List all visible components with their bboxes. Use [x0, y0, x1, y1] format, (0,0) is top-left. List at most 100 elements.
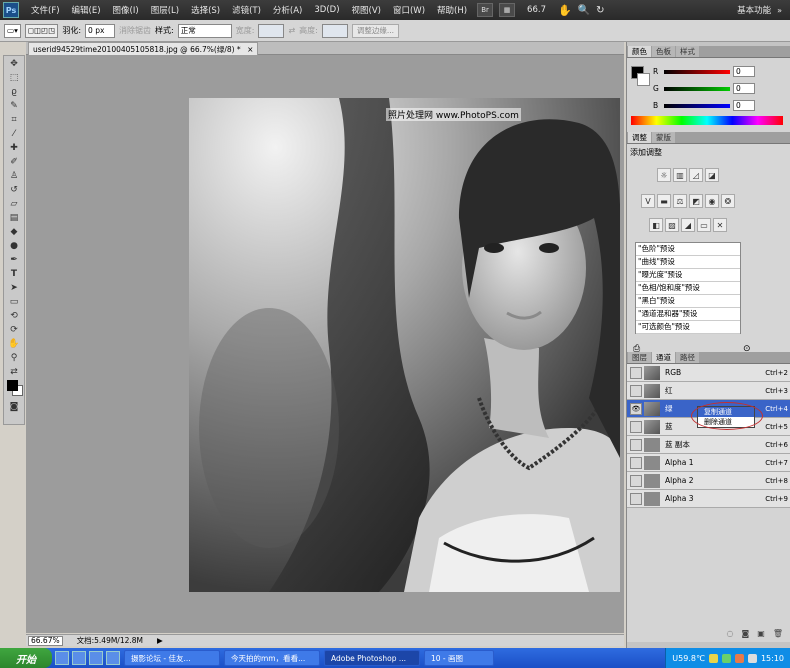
channel-row-red[interactable]: 红 Ctrl+3	[627, 382, 790, 400]
menu-3d[interactable]: 3D(D)	[308, 5, 345, 15]
load-selection-icon[interactable]: ◌	[727, 629, 734, 638]
view-extras-icon[interactable]: ▦	[499, 3, 516, 17]
close-icon[interactable]: ×	[247, 45, 253, 54]
visibility-toggle[interactable]	[630, 420, 642, 433]
menu-image[interactable]: 图像(I)	[107, 4, 145, 16]
menu-view[interactable]: 视图(V)	[346, 4, 387, 16]
preset-black-white[interactable]: "黑白"预设	[636, 295, 740, 308]
bridge-icon[interactable]: Br	[477, 3, 494, 17]
zoom-field[interactable]: 66.67%	[28, 635, 63, 646]
photoshop-logo-icon[interactable]: Ps	[3, 2, 19, 18]
vibrance-icon[interactable]: V	[641, 194, 655, 208]
quick-mask-icon[interactable]: ◙	[5, 400, 23, 413]
refine-edge-button[interactable]: 调整边缘...	[351, 23, 400, 38]
task-button-paint[interactable]: 10 - 画图	[424, 650, 494, 666]
tray-icon[interactable]	[721, 653, 731, 663]
tab-layers[interactable]: 图层	[628, 352, 651, 363]
quicklaunch-media-icon[interactable]	[89, 651, 103, 665]
tray-icon[interactable]	[708, 653, 718, 663]
start-button[interactable]: 开始	[0, 648, 52, 668]
menu-file[interactable]: 文件(F)	[25, 4, 66, 16]
feather-input[interactable]: 0 px	[85, 23, 116, 38]
3d-rotate-tool-icon[interactable]: ⟲	[5, 309, 23, 322]
posterize-icon[interactable]: ▨	[665, 218, 679, 232]
visibility-toggle[interactable]	[630, 474, 642, 487]
eyedropper-tool-icon[interactable]: ⁄	[5, 127, 23, 140]
red-value-input[interactable]: 0	[733, 66, 755, 77]
crop-tool-icon[interactable]: ⌗	[5, 113, 23, 126]
swap-icon[interactable]: ⇄	[288, 26, 295, 35]
3d-orbit-tool-icon[interactable]: ⟳	[5, 323, 23, 336]
stamp-tool-icon[interactable]: ♙	[5, 169, 23, 182]
menu-edit[interactable]: 编辑(E)	[66, 4, 107, 16]
document-image[interactable]	[189, 98, 620, 592]
healing-tool-icon[interactable]: ✚	[5, 141, 23, 154]
blue-value-input[interactable]: 0	[733, 100, 755, 111]
visibility-toggle[interactable]	[630, 366, 642, 379]
preset-levels[interactable]: "色阶"预设	[636, 243, 740, 256]
menu-select[interactable]: 选择(S)	[185, 4, 226, 16]
width-input[interactable]	[258, 23, 285, 38]
black-white-icon[interactable]: ◩	[689, 194, 703, 208]
swap-colors-icon[interactable]: ⇄	[5, 365, 23, 378]
antialias-checkbox[interactable]: 消除锯齿	[119, 25, 151, 36]
tab-masks[interactable]: 蒙版	[652, 132, 675, 143]
dodge-tool-icon[interactable]: ●	[5, 239, 23, 252]
tray-icon[interactable]	[734, 653, 744, 663]
selective-color-icon[interactable]: ✕	[713, 218, 727, 232]
pen-tool-icon[interactable]: ✒	[5, 253, 23, 266]
visibility-toggle[interactable]	[630, 456, 642, 469]
blur-tool-icon[interactable]: ◆	[5, 225, 23, 238]
quicklaunch-desktop-icon[interactable]	[72, 651, 86, 665]
style-select[interactable]: 正常	[177, 23, 232, 38]
menu-analysis[interactable]: 分析(A)	[267, 4, 308, 16]
hand-tool-icon[interactable]: ✋	[558, 4, 572, 17]
green-value-input[interactable]: 0	[733, 83, 755, 94]
preset-exposure[interactable]: "曝光度"预设	[636, 269, 740, 282]
save-selection-icon[interactable]: ◙	[742, 629, 750, 638]
tab-adjustments[interactable]: 调整	[628, 132, 651, 143]
tab-paths[interactable]: 路径	[676, 352, 699, 363]
eraser-tool-icon[interactable]: ▱	[5, 197, 23, 210]
delete-channel-icon[interactable]: 🗑	[773, 629, 783, 638]
channel-row-alpha-2[interactable]: Alpha 2 Ctrl+8	[627, 472, 790, 490]
volume-icon[interactable]	[747, 653, 757, 663]
preset-curves[interactable]: "曲线"预设	[636, 256, 740, 269]
quicklaunch-ie-icon[interactable]	[55, 651, 69, 665]
marquee-preset-icon[interactable]: ▭▾	[4, 23, 21, 38]
gradient-tool-icon[interactable]: ▤	[5, 211, 23, 224]
preset-selective-color[interactable]: "可选颜色"预设	[636, 321, 740, 334]
lasso-tool-icon[interactable]: ϱ	[5, 85, 23, 98]
preset-hue-saturation[interactable]: "色相/饱和度"预设	[636, 282, 740, 295]
zoom-tool-icon[interactable]: 🔍	[578, 5, 590, 16]
zoom-tool-icon[interactable]: ⚲	[5, 351, 23, 364]
height-input[interactable]	[321, 23, 348, 38]
status-arrow-icon[interactable]: ▶	[157, 636, 163, 645]
document-tab[interactable]: userid94529time20100405105818.jpg @ 66.7…	[28, 42, 259, 55]
green-slider[interactable]	[664, 86, 730, 91]
brightness-contrast-icon[interactable]: ☼	[657, 168, 671, 182]
path-select-tool-icon[interactable]: ➤	[5, 281, 23, 294]
quicklaunch-folder-icon[interactable]	[106, 651, 120, 665]
threshold-icon[interactable]: ◢	[681, 218, 695, 232]
tab-color[interactable]: 颜色	[628, 46, 651, 57]
workspace-switcher[interactable]: 基本功能	[737, 4, 777, 16]
task-button-post[interactable]: 今天拍的mm，看看...	[224, 650, 320, 666]
channel-row-rgb[interactable]: RGB Ctrl+2	[627, 364, 790, 382]
blue-slider[interactable]	[664, 103, 730, 108]
move-tool-icon[interactable]: ✥	[5, 57, 23, 70]
workspace-chevron-icon[interactable]: »	[777, 6, 790, 15]
color-spectrum-bar[interactable]	[631, 116, 783, 125]
visibility-toggle[interactable]	[630, 384, 642, 397]
exposure-icon[interactable]: ◪	[705, 168, 719, 182]
menu-help[interactable]: 帮助(H)	[431, 4, 473, 16]
tab-channels[interactable]: 通道	[652, 352, 675, 363]
tab-swatches[interactable]: 色板	[652, 46, 675, 57]
eye-icon[interactable]: 👁	[630, 402, 642, 415]
menu-filter[interactable]: 滤镜(T)	[226, 4, 267, 16]
levels-icon[interactable]: ▥	[673, 168, 687, 182]
new-channel-icon[interactable]: ▣	[757, 629, 765, 638]
hue-saturation-icon[interactable]: ▬	[657, 194, 671, 208]
channel-row-alpha-1[interactable]: Alpha 1 Ctrl+7	[627, 454, 790, 472]
quick-select-tool-icon[interactable]: ✎	[5, 99, 23, 112]
